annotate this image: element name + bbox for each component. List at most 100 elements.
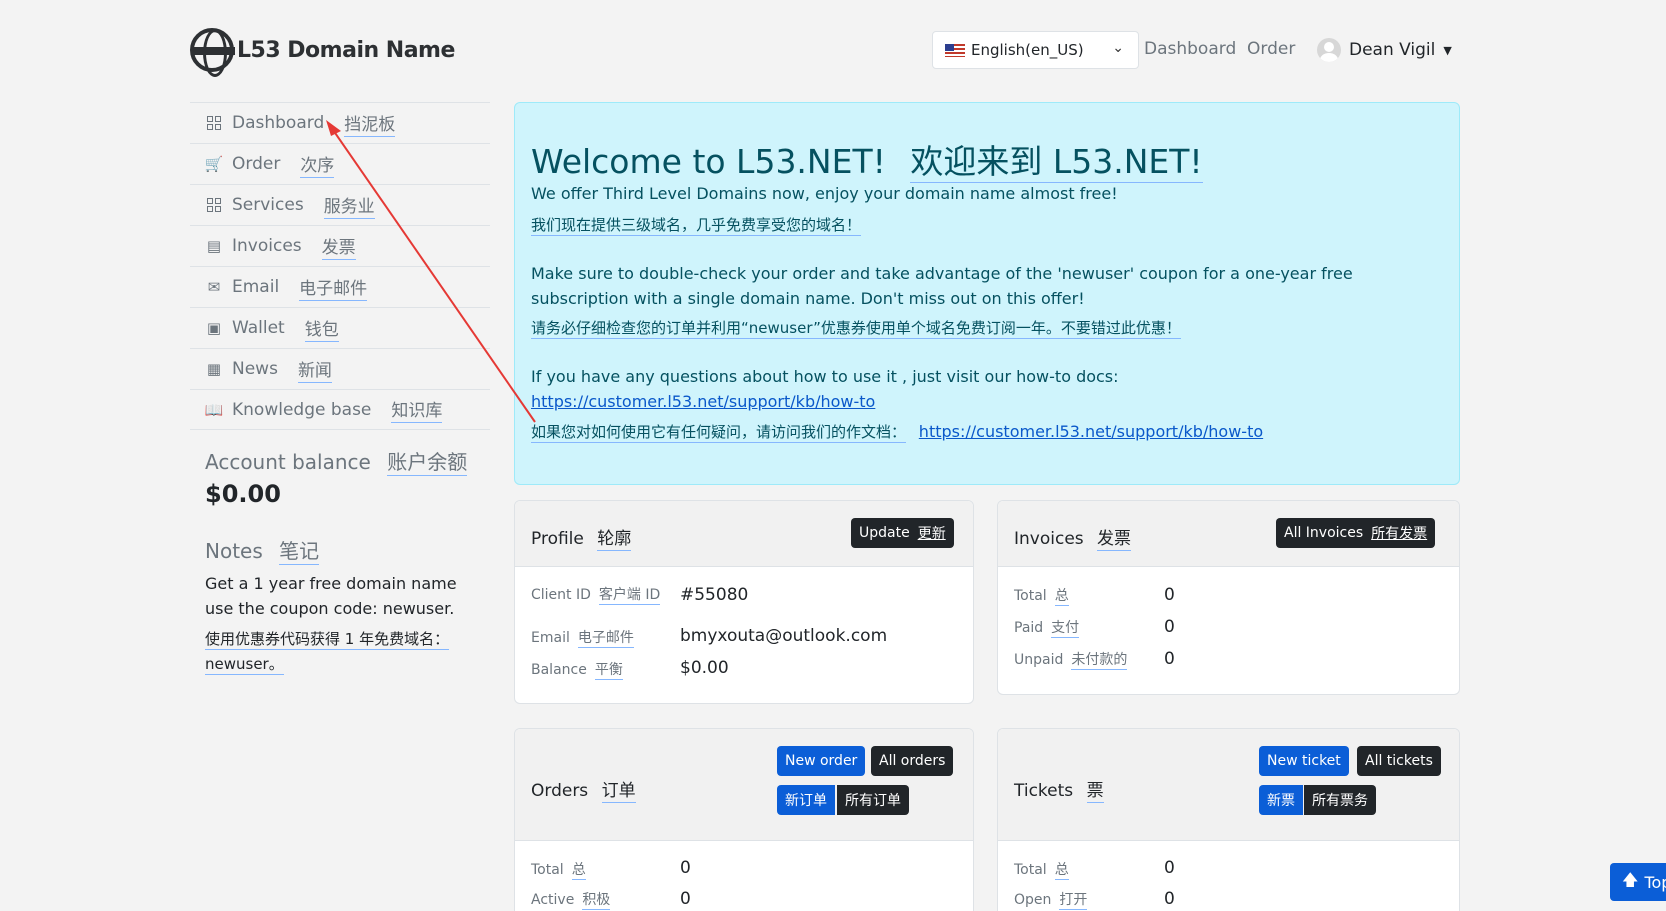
sidebar-item-translation: 电子邮件	[299, 274, 368, 301]
notes-title-translation: 笔记	[279, 539, 320, 565]
orders-active-value: 0	[680, 889, 691, 909]
tickets-open-label-translation: 打开	[1059, 892, 1088, 910]
invoices-paid-value: 0	[1164, 617, 1175, 637]
account-balance-title: Account balance 账户余额	[205, 446, 468, 476]
user-name: Dean Vigil	[1349, 40, 1436, 60]
sidebar-item-label: Invoices	[232, 236, 302, 256]
tickets-title-translation: 票	[1086, 781, 1104, 803]
back-to-top-button[interactable]: 🡅 Top	[1610, 863, 1666, 901]
brand-logo[interactable]: L53 Domain Name	[190, 28, 455, 77]
tickets-open-label: Open 打开	[1014, 889, 1088, 910]
envelope-icon: ✉	[207, 278, 221, 296]
notes-title-text: Notes	[205, 539, 263, 563]
welcome-alert: Welcome to L53.NET! 欢迎来到 L53.NET! We off…	[514, 102, 1460, 485]
arrow-up-icon: 🡅	[1622, 869, 1639, 889]
sidebar-item-invoices[interactable]: ▤ Invoices 发票	[190, 225, 490, 266]
dashboard-icon	[206, 115, 222, 131]
new-ticket-button-translation[interactable]: 新票	[1259, 785, 1303, 815]
invoices-title-text: Invoices	[1014, 529, 1084, 549]
back-to-top-label: Top	[1644, 872, 1666, 892]
tickets-card: Tickets 票 New ticket All tickets 新票 所有票务…	[997, 728, 1460, 911]
all-tickets-button-translation[interactable]: 所有票务	[1304, 785, 1376, 815]
avatar	[1317, 38, 1341, 62]
tickets-total-value: 0	[1164, 858, 1175, 878]
sidebar-item-wallet[interactable]: ▣ Wallet 钱包	[190, 307, 490, 348]
balance-title-translation: 账户余额	[387, 450, 468, 476]
notes-translation-text: 使用优惠券代码获得 1 年免费域名：newuser。	[205, 630, 450, 675]
balance-label: Balance 平衡	[531, 659, 623, 680]
balance-label-text: Balance	[531, 662, 587, 678]
invoices-total-value: 0	[1164, 585, 1175, 605]
new-ticket-button[interactable]: New ticket	[1259, 746, 1349, 776]
sidebar-item-translation: 次序	[300, 151, 335, 178]
sidebar-item-translation: 服务业	[323, 192, 375, 219]
email-label-text: Email	[531, 630, 570, 646]
chevron-down-icon: ⌄	[1112, 40, 1124, 56]
new-order-button-translation[interactable]: 新订单	[777, 785, 835, 815]
sidebar-item-translation: 新闻	[297, 356, 332, 383]
user-menu[interactable]: Dean Vigil ▼	[1317, 38, 1452, 62]
email-label-translation: 电子邮件	[577, 630, 634, 648]
welcome-title-text: Welcome to L53.NET!	[531, 142, 886, 181]
client-id-label-text: Client ID	[531, 587, 591, 603]
wallet-icon: ▣	[206, 319, 222, 337]
orders-active-label: Active 积极	[531, 889, 611, 910]
all-tickets-button[interactable]: All tickets	[1357, 746, 1441, 776]
sidebar-item-news[interactable]: ▦ News 新闻	[190, 348, 490, 389]
orders-card: Orders 订单 New order All orders 新订单 所有订单 …	[514, 728, 974, 911]
all-orders-button-translation[interactable]: 所有订单	[837, 785, 909, 815]
language-select[interactable]: English(en_US) ⌄	[932, 31, 1139, 69]
nav-dashboard[interactable]: Dashboard	[1144, 39, 1236, 59]
orders-active-label-text: Active	[531, 892, 575, 908]
all-invoices-button[interactable]: All Invoices 所有发票	[1276, 518, 1436, 548]
invoices-paid-label-translation: 支付	[1051, 620, 1080, 638]
book-icon: 📖	[204, 400, 224, 419]
welcome-line2: Make sure to double-check your order and…	[531, 264, 1353, 308]
sidebar-item-dashboard[interactable]: Dashboard 挡泥板	[190, 102, 490, 143]
howto-link-translation[interactable]: https://customer.l53.net/support/kb/how-…	[919, 422, 1263, 441]
nav-order[interactable]: Order	[1247, 39, 1295, 59]
update-button-translation: 更新	[917, 526, 946, 542]
sidebar-item-label: Order	[232, 154, 281, 174]
profile-card-header: Profile 轮廓 Update 更新	[515, 501, 973, 567]
globe-icon	[190, 28, 235, 77]
line3-translation-text: 如果您对如何使用它有任何疑问，请访问我们的作文档：	[531, 423, 907, 443]
sidebar-item-services[interactable]: Services 服务业	[190, 184, 490, 225]
welcome-title-translation: 欢迎来到 L53.NET!	[910, 142, 1203, 183]
tickets-title-text: Tickets	[1014, 781, 1074, 801]
invoices-unpaid-value: 0	[1164, 649, 1175, 669]
news-icon: ▦	[206, 360, 222, 378]
invoices-total-label-text: Total	[1014, 588, 1047, 604]
welcome-line1-translation: 我们现在提供三级域名，几乎免费享受您的域名！	[531, 213, 1441, 238]
invoices-paid-label: Paid 支付	[1014, 617, 1080, 638]
notes-text: Get a 1 year free domain name use the co…	[205, 574, 457, 618]
invoices-card: Invoices 发票 All Invoices 所有发票 Total 总 0 P…	[997, 500, 1460, 695]
welcome-line1: We offer Third Level Domains now, enjoy …	[531, 184, 1118, 203]
update-button[interactable]: Update 更新	[851, 518, 954, 548]
orders-total-label: Total 总	[531, 859, 586, 880]
client-id-value: #55080	[680, 585, 749, 605]
balance-title-text: Account balance	[205, 450, 371, 474]
orders-card-header: Orders 订单 New order All orders 新订单 所有订单	[515, 729, 973, 841]
language-label: English(en_US)	[971, 41, 1084, 59]
invoices-unpaid-label-translation: 未付款的	[1071, 652, 1128, 670]
sidebar-item-email[interactable]: ✉ Email 电子邮件	[190, 266, 490, 307]
welcome-line3-translation: 如果您对如何使用它有任何疑问，请访问我们的作文档： https://custom…	[531, 419, 1441, 445]
new-order-button[interactable]: New order	[777, 746, 866, 776]
howto-link[interactable]: https://customer.l53.net/support/kb/how-…	[531, 392, 875, 411]
sidebar-item-order[interactable]: 🛒 Order 次序	[190, 143, 490, 184]
client-id-label-translation: 客户端 ID	[598, 587, 661, 605]
invoices-unpaid-label: Unpaid 未付款的	[1014, 649, 1128, 670]
sidebar-item-translation: 钱包	[304, 315, 339, 342]
sidebar-item-knowledge-base[interactable]: 📖 Knowledge base 知识库	[190, 389, 490, 430]
invoices-unpaid-label-text: Unpaid	[1014, 652, 1064, 668]
sidebar-item-translation: 挡泥板	[344, 110, 396, 137]
all-invoices-label: All Invoices	[1284, 525, 1364, 541]
all-orders-button[interactable]: All orders	[871, 746, 954, 776]
invoices-card-header: Invoices 发票 All Invoices 所有发票	[998, 501, 1459, 567]
tickets-total-label-text: Total	[1014, 862, 1047, 878]
tickets-card-header: Tickets 票 New ticket All tickets 新票 所有票务	[998, 729, 1459, 841]
tickets-title: Tickets 票	[1014, 776, 1104, 803]
client-id-label: Client ID 客户端 ID	[531, 585, 661, 605]
tickets-open-value: 0	[1164, 889, 1175, 909]
